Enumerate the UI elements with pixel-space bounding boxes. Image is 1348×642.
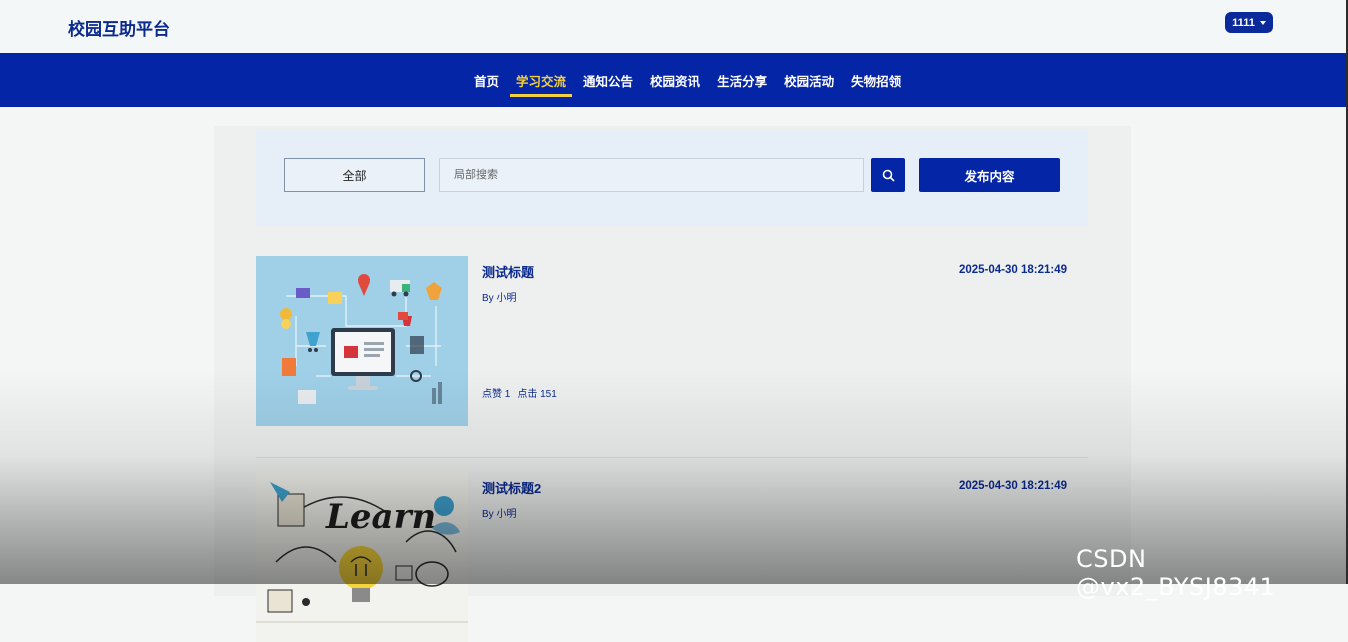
svg-text:Learn: Learn [325,497,436,537]
post-likes: 点赞 1 [482,389,511,400]
publish-button[interactable]: 发布内容 [919,158,1060,192]
search-icon [882,169,895,182]
user-name: 1111 [1232,16,1255,29]
post-title[interactable]: 测试标题2 [482,478,541,497]
post-divider [256,457,1088,458]
search-button[interactable] [871,158,905,192]
watermark: CSDN @vx2_BYSJ8341 [1076,545,1276,601]
post-title[interactable]: 测试标题 [482,262,534,281]
nav-item-notice[interactable]: 通知公告 [583,65,633,96]
post-date: 2025-04-30 18:21:49 [958,264,1067,276]
post-thumbnail[interactable] [256,256,468,426]
site-brand[interactable]: 校园互助平台 [68,15,170,40]
nav-item-study[interactable]: 学习交流 [510,65,573,97]
post-item[interactable]: Learn 测试标题2 By 小明 2025-04-30 18:21:49 [256,472,1088,642]
user-menu-button[interactable]: 1111 [1225,12,1273,33]
nav-item-home[interactable]: 首页 [474,65,499,96]
post-author: By 小明 [482,509,517,520]
post-thumbnail[interactable]: Learn [256,472,468,642]
post-clicks: 点击 151 [517,389,557,400]
main-nav: 首页 学习交流 通知公告 校园资讯 生活分享 校园活动 失物招领 [0,53,1348,107]
search-input[interactable] [439,158,864,192]
ecommerce-illustration [256,256,468,426]
post-date: 2025-04-30 18:21:49 [958,480,1067,492]
learn-illustration: Learn [256,472,468,642]
caret-down-icon [1259,20,1266,25]
nav-item-lost-found[interactable]: 失物招领 [851,65,901,96]
nav-item-activity[interactable]: 校园活动 [784,65,834,96]
top-bar: 校园互助平台 1111 [0,0,1348,53]
nav-item-news[interactable]: 校园资讯 [650,65,700,96]
post-stats: 点赞 1 点击 151 [482,385,564,400]
category-all-button[interactable]: 全部 [284,158,425,192]
nav-item-life[interactable]: 生活分享 [717,65,767,96]
post-author: By 小明 [482,293,517,304]
post-item[interactable]: 测试标题 By 小明 2025-04-30 18:21:49 点赞 1 点击 15… [256,256,1088,426]
